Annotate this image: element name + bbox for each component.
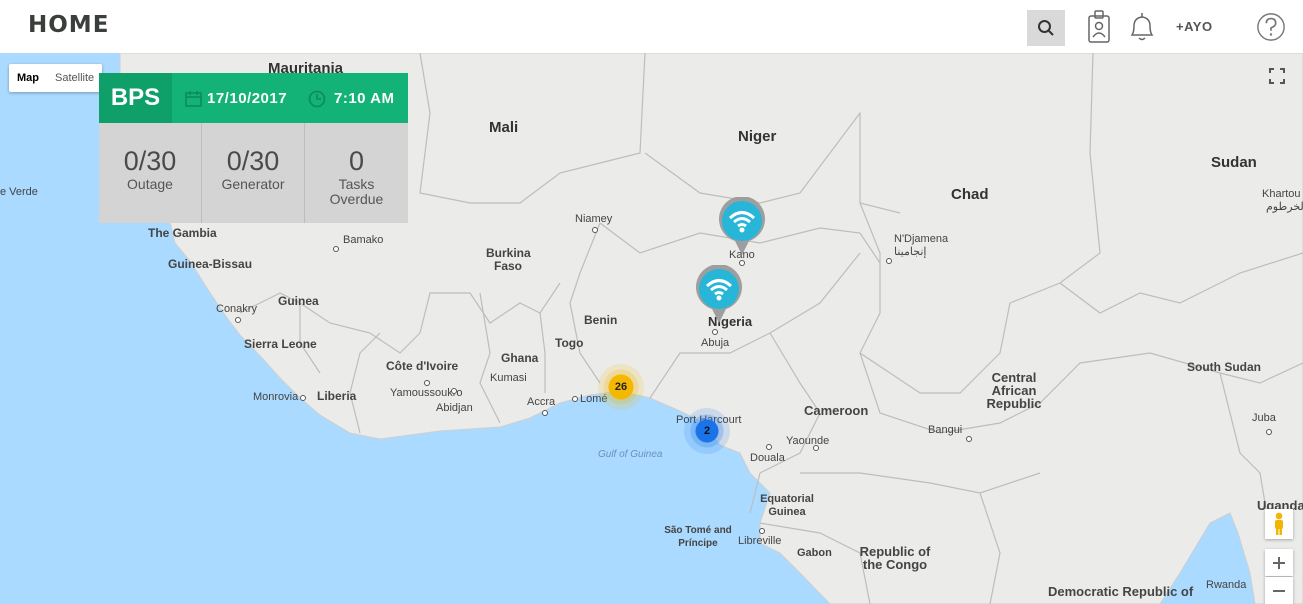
label-gambia: The Gambia bbox=[148, 226, 217, 240]
fullscreen-icon bbox=[1268, 67, 1285, 84]
site-summary-card[interactable]: BPS 17/10/2017 7:10 AM 0/30 Outage 0/30 … bbox=[99, 73, 408, 223]
stat-generator-value: 0/30 bbox=[226, 146, 280, 176]
map-type-satellite-button[interactable]: Satellite bbox=[47, 64, 102, 92]
notifications-button[interactable] bbox=[1127, 10, 1157, 44]
clock-icon bbox=[308, 90, 326, 108]
city-khartoum: Khartou bbox=[1262, 188, 1301, 200]
label-guinea-bissau: Guinea-Bissau bbox=[168, 257, 253, 271]
label-sao-tome: São Tomé and Príncipe bbox=[664, 525, 732, 549]
stat-outage-label: Outage bbox=[127, 176, 173, 192]
label-burkina-faso: Burkina Faso bbox=[486, 246, 531, 273]
id-badge-button[interactable] bbox=[1084, 10, 1114, 44]
cluster-count: 26 bbox=[614, 381, 628, 393]
card-time: 7:10 AM bbox=[334, 90, 395, 107]
city-conakry: Conakry bbox=[216, 303, 257, 315]
label-congo: Republic of the Congo bbox=[859, 544, 931, 572]
wifi-marker-kano[interactable] bbox=[717, 196, 767, 262]
map-canvas[interactable]: Mauritania Mali Niger Chad Sudan e Verde… bbox=[0, 53, 1303, 604]
wifi-marker-icon bbox=[719, 196, 765, 255]
zoom-out-button[interactable] bbox=[1265, 577, 1293, 604]
stat-outage-value: 0/30 bbox=[123, 146, 177, 176]
city-kumasi: Kumasi bbox=[490, 372, 527, 384]
city-yaounde: Yaounde bbox=[786, 435, 830, 447]
page-title: HOME bbox=[28, 12, 110, 38]
city-juba: Juba bbox=[1252, 412, 1276, 424]
card-header: BPS 17/10/2017 7:10 AM bbox=[99, 73, 408, 123]
city-ndjamena-ar: إنجامينا bbox=[894, 246, 927, 258]
search-button[interactable] bbox=[1027, 10, 1065, 46]
label-sudan: Sudan bbox=[1211, 154, 1257, 171]
cluster-marker-26[interactable]: 26 bbox=[598, 364, 644, 410]
stat-tasks-value: 0 bbox=[348, 146, 365, 176]
plus-icon bbox=[1273, 556, 1285, 569]
map-type-map-button[interactable]: Map bbox=[9, 64, 47, 92]
stat-outage: 0/30 Outage bbox=[99, 123, 202, 223]
city-khartoum-ar: الخرطوم bbox=[1266, 201, 1303, 213]
pegman-icon bbox=[1275, 512, 1283, 535]
stat-tasks-overdue: 0 Tasks Overdue bbox=[305, 123, 408, 223]
city-bamako: Bamako bbox=[343, 234, 384, 246]
label-eq-guinea: Equatorial Guinea bbox=[760, 493, 814, 518]
city-ndjamena: N'Djamena bbox=[894, 233, 949, 245]
stat-tasks-label: Tasks Overdue bbox=[329, 176, 384, 207]
label-ghana: Ghana bbox=[501, 351, 539, 365]
city-abuja: Abuja bbox=[701, 337, 730, 349]
label-rwanda: Rwanda bbox=[1206, 579, 1247, 591]
label-cameroon: Cameroon bbox=[804, 403, 869, 418]
wifi-marker-nigeria[interactable] bbox=[694, 264, 744, 330]
label-togo: Togo bbox=[555, 336, 584, 350]
stat-generator-label: Generator bbox=[221, 176, 285, 192]
top-header: HOME +AYO bbox=[0, 0, 1303, 53]
label-car: Central African Republic bbox=[986, 370, 1042, 411]
label-chad: Chad bbox=[951, 186, 989, 203]
label-benin: Benin bbox=[584, 313, 618, 327]
map-type-control: Map Satellite bbox=[9, 64, 103, 92]
label-cote-divoire: Côte d'Ivoire bbox=[386, 359, 459, 373]
label-drc: Democratic Republic of bbox=[1048, 584, 1194, 599]
fullscreen-button[interactable] bbox=[1263, 62, 1290, 89]
bell-icon bbox=[1130, 13, 1154, 41]
city-bangui: Bangui bbox=[928, 424, 963, 436]
user-menu[interactable]: +AYO bbox=[1176, 19, 1213, 34]
label-niger: Niger bbox=[738, 128, 777, 145]
label-guinea: Guinea bbox=[278, 294, 319, 308]
city-niamey: Niamey bbox=[575, 213, 613, 225]
label-cape-verde: e Verde bbox=[0, 186, 38, 198]
city-accra: Accra bbox=[527, 396, 556, 408]
city-abidjan: Abidjan bbox=[436, 402, 473, 414]
city-libreville: Libreville bbox=[738, 535, 782, 547]
label-gulf-of-guinea: Gulf of Guinea bbox=[598, 449, 663, 460]
id-badge-icon bbox=[1088, 10, 1110, 43]
wifi-marker-icon bbox=[696, 264, 742, 323]
help-button[interactable] bbox=[1256, 10, 1286, 44]
label-mali: Mali bbox=[489, 119, 519, 136]
city-monrovia: Monrovia bbox=[253, 391, 299, 403]
street-view-button[interactable] bbox=[1265, 509, 1293, 539]
label-south-sudan: South Sudan bbox=[1187, 360, 1261, 374]
stat-generator: 0/30 Generator bbox=[202, 123, 305, 223]
card-date: 17/10/2017 bbox=[207, 90, 288, 107]
label-gabon: Gabon bbox=[797, 547, 832, 559]
site-name: BPS bbox=[99, 73, 172, 123]
label-sierra-leone: Sierra Leone bbox=[244, 337, 317, 351]
city-douala: Douala bbox=[750, 452, 785, 464]
cluster-count: 2 bbox=[703, 425, 711, 437]
cluster-marker-2[interactable]: 2 bbox=[684, 408, 730, 454]
calendar-icon bbox=[185, 91, 202, 107]
label-liberia: Liberia bbox=[317, 389, 357, 403]
zoom-in-button[interactable] bbox=[1265, 549, 1293, 576]
search-icon bbox=[1038, 20, 1054, 36]
minus-icon bbox=[1273, 589, 1285, 592]
help-icon bbox=[1257, 13, 1285, 41]
